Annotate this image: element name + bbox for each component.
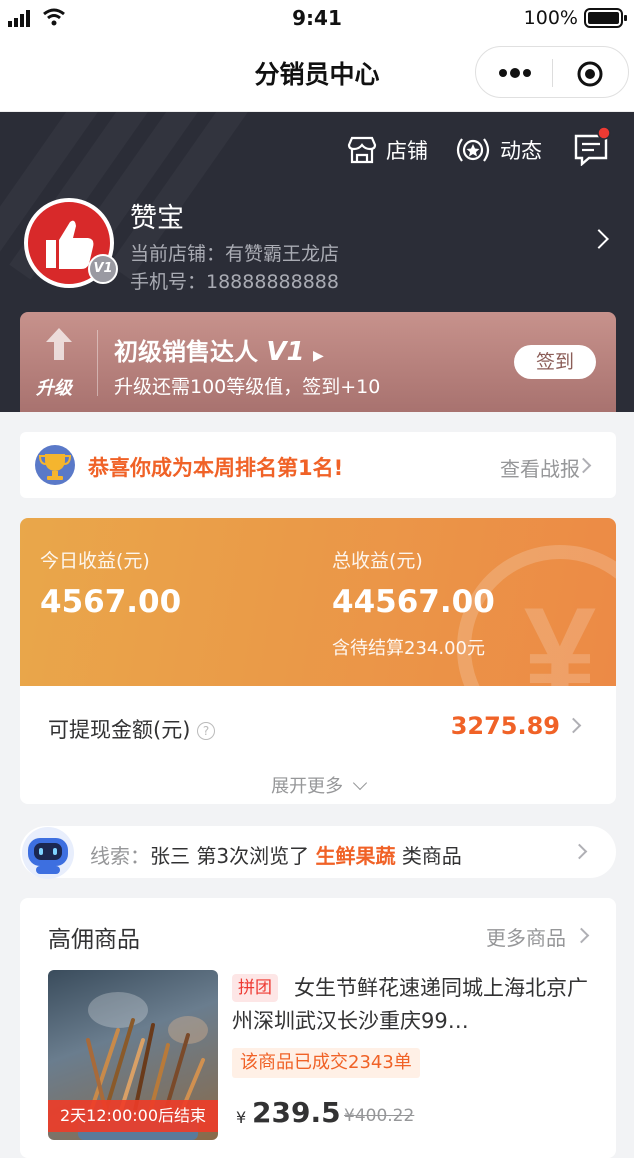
chevron-down-icon	[352, 775, 367, 791]
feed-label: 动态	[500, 139, 542, 163]
product-price: 239.5	[252, 1096, 341, 1129]
clue-prefix: 线索：	[90, 844, 150, 868]
clue-suffix: 类商品	[401, 844, 462, 868]
level-badge: V1	[88, 254, 118, 284]
today-earnings-value: 4567.00	[40, 584, 182, 620]
view-report-link[interactable]: 查看战报	[500, 453, 580, 482]
chevron-right-icon	[573, 927, 590, 944]
clue-notice[interactable]: 线索：张三 第3次浏览了 生鲜果蔬 类商品	[20, 826, 616, 879]
navigation-bar: 分销员中心	[0, 36, 634, 112]
clue-category: 生鲜果蔬	[315, 844, 396, 868]
mini-program-capsule	[475, 46, 629, 98]
profile-chevron-icon[interactable]	[589, 229, 609, 249]
section-title: 高佣商品	[48, 927, 140, 953]
withdraw-section[interactable]: 可提现金额(元) ? 3275.89 展开更多	[20, 686, 616, 804]
withdrawable-amount: 3275.89	[450, 712, 560, 740]
robot-icon	[22, 827, 74, 879]
clue-customer: 张三	[150, 844, 190, 868]
avatar[interactable]: V1	[24, 198, 118, 288]
status-bar: 9:41 100%	[0, 0, 634, 36]
close-target-icon[interactable]	[576, 60, 604, 88]
level-code: V1	[266, 337, 305, 367]
shop-icon	[347, 136, 377, 164]
shop-button[interactable]: 店铺	[346, 132, 428, 168]
earnings-card: ¥ 今日收益(元) 4567.00 总收益(元) 44567.00 含待结算23…	[20, 518, 616, 686]
upgrade-arrow-icon	[46, 328, 72, 360]
broadcast-star-icon	[456, 138, 490, 162]
level-title[interactable]: 初级销售达人 V1 ▶	[114, 332, 324, 367]
level-name: 初级销售达人	[114, 338, 258, 366]
high-commission-products: 高佣商品 更多商品 2天12:00:00后结束 女生节鲜花速递同城上海北京广州深…	[20, 898, 616, 1158]
total-earnings-value: 44567.00	[332, 584, 495, 620]
battery-icon	[584, 8, 627, 28]
user-name: 赞宝	[130, 203, 184, 234]
level-arrow-icon: ▶	[312, 348, 324, 364]
more-dots-icon[interactable]	[498, 67, 532, 79]
more-products-link[interactable]: 更多商品	[486, 922, 566, 951]
chevron-right-icon	[565, 717, 582, 734]
upgrade-label: 升级	[36, 378, 72, 399]
help-icon[interactable]: ?	[197, 722, 216, 740]
withdrawable-label: 可提现金额(元) ?	[48, 714, 216, 744]
currency-symbol: ¥	[236, 1108, 247, 1127]
unread-dot	[597, 126, 611, 140]
pending-settlement: 含待结算234.00元	[332, 638, 485, 659]
expand-more-label: 展开更多	[271, 776, 344, 797]
expand-more-button[interactable]: 展开更多	[20, 772, 616, 798]
distributor-header: 店铺 动态 V1 赞宝 当前店铺：有赞霸王龙店 手机号：18888888888 …	[0, 112, 634, 412]
rank-message: 恭喜你成为本周排名第1名!	[88, 456, 344, 480]
clue-action: 第3次浏览了	[196, 844, 310, 868]
feed-button[interactable]: 动态	[454, 132, 542, 168]
withdrawable-text: 可提现金额(元)	[48, 718, 191, 742]
signin-button[interactable]: 签到	[514, 345, 596, 379]
product-title[interactable]: 女生节鲜花速递同城上海北京广州深圳武汉长沙重庆99…	[232, 972, 592, 1038]
rank-notice[interactable]: 恭喜你成为本周排名第1名! 查看战报	[20, 432, 616, 498]
level-card[interactable]: 升级 初级销售达人 V1 ▶ 升级还需100等级值，签到+10 签到	[20, 312, 616, 412]
capsule-divider	[552, 59, 553, 87]
svg-text:¥: ¥	[524, 580, 596, 686]
level-description: 升级还需100等级值，签到+10	[114, 376, 381, 398]
chevron-right-icon	[571, 843, 588, 860]
battery-percentage: 100%	[523, 7, 578, 29]
message-icon[interactable]	[572, 126, 612, 166]
countdown-badge: 2天12:00:00后结束	[48, 1100, 218, 1132]
current-store: 当前店铺：有赞霸王龙店	[130, 243, 340, 265]
original-price: ¥400.22	[344, 1106, 415, 1126]
total-earnings-label: 总收益(元)	[332, 550, 423, 572]
sold-count-tag: 该商品已成交2343单	[232, 1048, 420, 1078]
group-buy-tag: 拼团	[232, 974, 278, 1002]
shop-label: 店铺	[386, 139, 428, 163]
trophy-icon	[35, 445, 75, 485]
clue-text: 线索：张三 第3次浏览了 生鲜果蔬 类商品	[90, 840, 462, 869]
level-divider	[97, 330, 98, 396]
today-earnings-label: 今日收益(元)	[40, 550, 150, 572]
phone-number: 手机号：18888888888	[130, 271, 339, 293]
